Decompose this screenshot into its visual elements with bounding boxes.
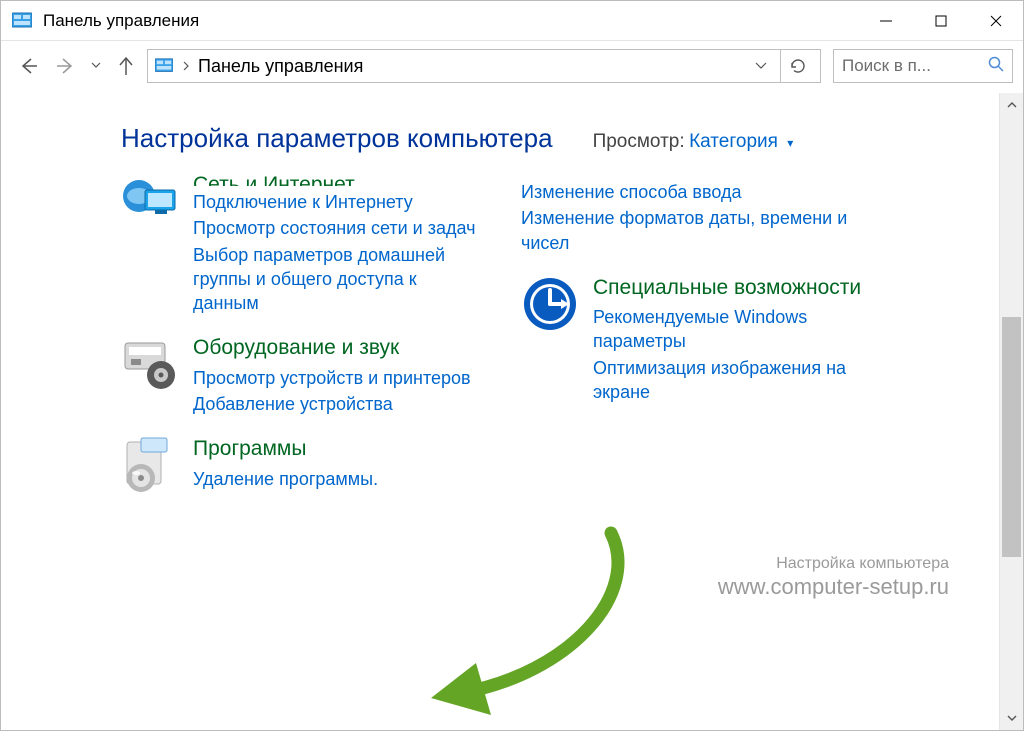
left-column: Сеть и Интернет Подключение к Интернету … — [121, 174, 481, 512]
link-input-method[interactable]: Изменение способа ввода — [521, 180, 881, 204]
hardware-icon — [121, 335, 179, 393]
back-button[interactable] — [11, 49, 45, 83]
content-wrap: Настройка параметров компьютера Просмотр… — [1, 93, 1023, 730]
watermark-url: www.computer-setup.ru — [718, 574, 949, 600]
category-hardware: Оборудование и звук Просмотр устройств и… — [121, 335, 481, 418]
link-uninstall-program[interactable]: Удаление программы. — [193, 467, 481, 491]
navbar: Панель управления Поиск в п... — [1, 41, 1023, 91]
control-panel-icon — [11, 10, 33, 32]
forward-button[interactable] — [49, 49, 83, 83]
network-icon — [121, 174, 179, 232]
view-dropdown[interactable]: Категория ▾ — [689, 131, 793, 152]
scroll-down-button[interactable] — [1000, 706, 1023, 730]
ease-of-access-icon — [521, 275, 579, 333]
scroll-up-button[interactable] — [1000, 93, 1023, 117]
minimize-button[interactable] — [858, 1, 913, 40]
scroll-thumb[interactable] — [1002, 317, 1021, 557]
view-by: Просмотр: Категория ▾ — [593, 131, 794, 153]
up-button[interactable] — [109, 49, 143, 83]
heading-row: Настройка параметров компьютера Просмотр… — [121, 123, 969, 154]
titlebar: Панель управления — [1, 1, 1023, 41]
breadcrumb-sep-icon — [182, 59, 190, 74]
annotation-arrow — [411, 523, 671, 723]
search-placeholder: Поиск в п... — [842, 56, 982, 76]
category-title-network: Сеть и Интернет — [193, 174, 481, 186]
view-value-text: Категория — [689, 131, 778, 152]
category-programs: Программы Удаление программы. — [121, 436, 481, 494]
category-region: Изменение способа ввода Изменение формат… — [521, 180, 881, 257]
refresh-button[interactable] — [780, 49, 814, 83]
programs-icon — [121, 436, 179, 494]
link-connect-internet[interactable]: Подключение к Интернету — [193, 190, 481, 214]
history-dropdown[interactable] — [87, 57, 105, 75]
category-title-hardware[interactable]: Оборудование и звук — [193, 335, 481, 361]
category-ease-of-access: Специальные возможности Рекомендуемые Wi… — [521, 275, 881, 406]
category-network: Сеть и Интернет Подключение к Интернету … — [121, 174, 481, 317]
breadcrumb-item[interactable]: Панель управления — [198, 56, 363, 77]
link-optimize-display[interactable]: Оптимизация изображения на экране — [593, 356, 881, 405]
link-network-status[interactable]: Просмотр состояния сети и задач — [193, 216, 481, 240]
link-date-time-formats[interactable]: Изменение форматов даты, времени и чисел — [521, 206, 881, 255]
right-column: Изменение способа ввода Изменение формат… — [521, 174, 881, 424]
category-title-ease[interactable]: Специальные возможности — [593, 275, 881, 301]
address-dropdown[interactable] — [749, 59, 773, 73]
chevron-down-icon: ▾ — [787, 136, 793, 150]
category-columns: Сеть и Интернет Подключение к Интернету … — [121, 174, 969, 512]
search-input[interactable]: Поиск в п... — [833, 49, 1013, 83]
location-icon — [154, 56, 174, 76]
content: Настройка параметров компьютера Просмотр… — [1, 93, 999, 730]
search-icon — [988, 56, 1004, 77]
link-recommended-settings[interactable]: Рекомендуемые Windows параметры — [593, 305, 881, 354]
link-add-device[interactable]: Добавление устройства — [193, 392, 481, 416]
link-homegroup-sharing[interactable]: Выбор параметров домашней группы и общег… — [193, 243, 481, 316]
page-heading: Настройка параметров компьютера — [121, 123, 553, 154]
close-button[interactable] — [968, 1, 1023, 40]
view-label: Просмотр: — [593, 131, 685, 152]
maximize-button[interactable] — [913, 1, 968, 40]
scroll-track[interactable] — [1000, 117, 1023, 706]
window-title: Панель управления — [43, 11, 199, 31]
watermark-small: Настройка компьютера — [718, 554, 949, 573]
watermark: Настройка компьютера www.computer-setup.… — [718, 554, 949, 600]
vertical-scrollbar[interactable] — [999, 93, 1023, 730]
window-controls — [858, 1, 1023, 40]
link-devices-printers[interactable]: Просмотр устройств и принтеров — [193, 366, 481, 390]
category-title-programs[interactable]: Программы — [193, 436, 481, 462]
address-bar[interactable]: Панель управления — [147, 49, 821, 83]
